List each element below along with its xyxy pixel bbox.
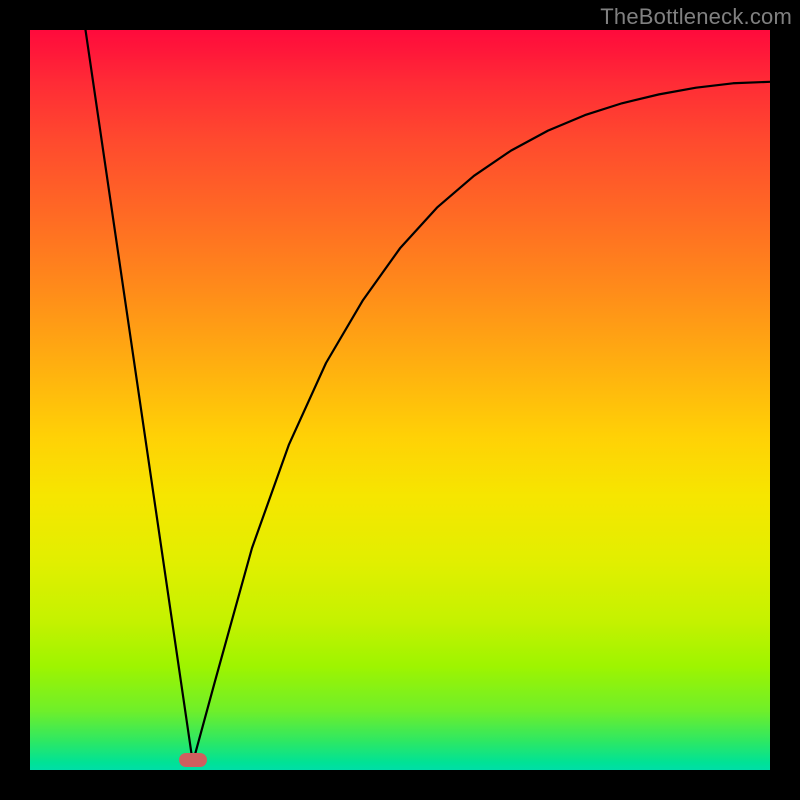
chart-frame: TheBottleneck.com — [0, 0, 800, 800]
touch-point-marker — [179, 753, 207, 767]
bottleneck-curve — [86, 30, 771, 763]
watermark-text: TheBottleneck.com — [600, 4, 792, 30]
plot-area — [30, 30, 770, 770]
curve-svg — [30, 30, 770, 770]
